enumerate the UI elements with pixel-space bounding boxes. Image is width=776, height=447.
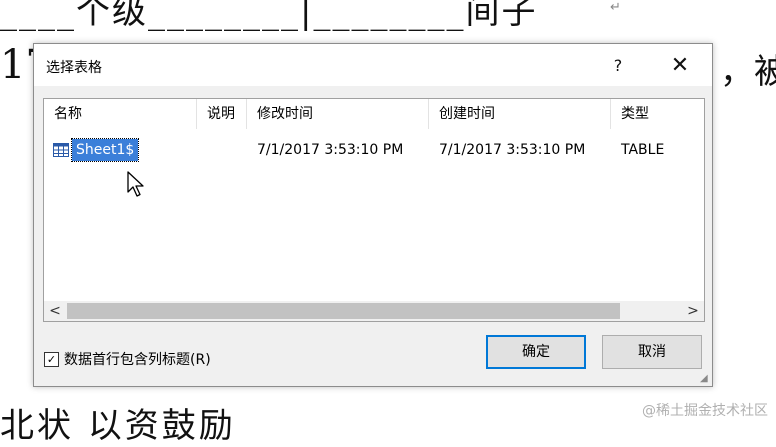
document-top-line: ____个级________|________间子 (0, 0, 538, 32)
watermark: @稀土掘金技术社区 (642, 403, 768, 419)
scroll-left-icon[interactable]: < (44, 301, 66, 321)
cancel-button[interactable]: 取消 (602, 335, 702, 369)
column-header-created[interactable]: 创建时间 (429, 99, 611, 129)
column-header-modified[interactable]: 修改时间 (247, 99, 429, 129)
horizontal-scrollbar[interactable]: < > (44, 301, 704, 321)
first-row-headers-checkbox[interactable]: ✓ (44, 351, 59, 367)
document-right-fragment: ，被 (720, 52, 776, 92)
table-list[interactable]: 名称 说明 修改时间 创建时间 类型 Sheet1$ 7/1/2017 3:53… (43, 98, 705, 322)
first-row-headers-label[interactable]: 数据首行包含列标题(R) (64, 349, 211, 369)
table-icon (53, 143, 69, 157)
resize-grip-icon[interactable]: ◢ (700, 374, 710, 384)
dialog-title: 选择表格 (46, 60, 102, 76)
scroll-right-icon[interactable]: > (682, 301, 704, 321)
list-header: 名称 说明 修改时间 创建时间 类型 (44, 99, 704, 129)
scrollbar-thumb[interactable] (67, 303, 620, 319)
document-bottom-line: 北状 以资鼓励 (0, 406, 236, 446)
ok-button[interactable]: 确定 (486, 335, 586, 369)
column-header-description[interactable]: 说明 (197, 99, 247, 129)
select-table-dialog: 选择表格 ? ✕ 名称 说明 修改时间 创建时间 类型 Sheet1$ 7/1/… (33, 43, 713, 387)
row-type: TABLE (621, 142, 665, 158)
close-button[interactable]: ✕ (660, 50, 700, 80)
mouse-pointer-icon (127, 171, 144, 197)
column-header-type[interactable]: 类型 (611, 99, 704, 129)
paragraph-mark: ↵ (610, 0, 621, 15)
column-header-name[interactable]: 名称 (44, 99, 197, 129)
row-name-selected[interactable]: Sheet1$ (70, 138, 140, 162)
dialog-titlebar[interactable]: 选择表格 ? ✕ (34, 44, 712, 86)
table-row[interactable]: Sheet1$ 7/1/2017 3:53:10 PM 7/1/2017 3:5… (44, 138, 704, 162)
row-modified: 7/1/2017 3:53:10 PM (257, 142, 404, 158)
row-created: 7/1/2017 3:53:10 PM (439, 142, 586, 158)
first-row-headers-option[interactable]: ✓ 数据首行包含列标题(R) (44, 349, 211, 369)
help-button[interactable]: ? (598, 50, 638, 80)
